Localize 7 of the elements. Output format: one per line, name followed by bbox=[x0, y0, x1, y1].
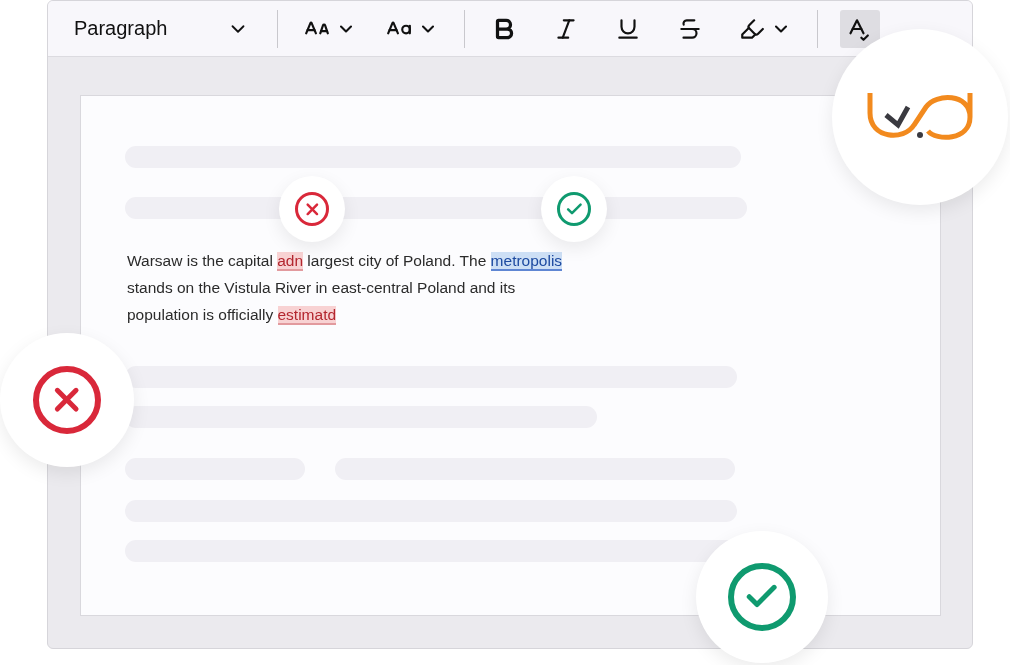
error-icon bbox=[33, 366, 101, 434]
error-icon bbox=[295, 192, 329, 226]
document-paragraph: Warsaw is the capital adn largest city of Poland. The metropolis stands on the Vistula River in east-central Poland and its population is officially estimatd bbox=[127, 251, 564, 327]
check-icon bbox=[728, 563, 796, 631]
spellcheck-tool-button[interactable] bbox=[840, 9, 880, 48]
paragraph-style-dropdown[interactable]: Paragraph bbox=[74, 17, 249, 40]
check-icon bbox=[557, 192, 591, 226]
